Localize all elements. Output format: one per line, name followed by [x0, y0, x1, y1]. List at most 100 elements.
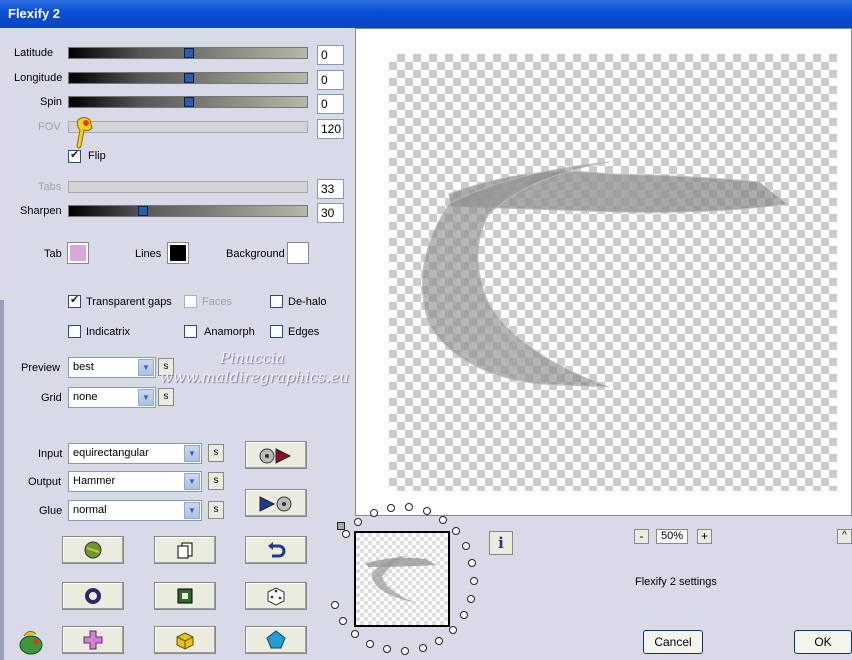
tabs-slider[interactable] [68, 181, 308, 193]
preview-canvas [389, 54, 837, 491]
navigator-dot[interactable] [366, 639, 375, 648]
indicatrix-label: Indicatrix [86, 326, 131, 338]
navigator-dot[interactable] [387, 503, 396, 512]
navigator-dot[interactable] [339, 616, 348, 625]
longitude-thumb[interactable] [184, 73, 194, 83]
undo-icon [268, 542, 286, 558]
longitude-label: Longitude [14, 72, 63, 84]
flexify-logo-icon [19, 630, 43, 655]
latitude-thumb[interactable] [184, 48, 194, 58]
spin-thumb[interactable] [184, 97, 194, 107]
navigator-dot[interactable] [452, 527, 461, 536]
navigator-dot[interactable] [401, 646, 410, 655]
preview-value: best [73, 361, 94, 373]
info-button[interactable]: i [489, 531, 513, 555]
navigator-dot[interactable] [435, 636, 444, 645]
tab-color-label: Tab [44, 248, 62, 260]
copy-button[interactable] [154, 536, 216, 564]
sharpen-slider[interactable] [68, 205, 308, 217]
fov-slider[interactable] [68, 121, 308, 133]
longitude-field[interactable]: 0 [317, 70, 344, 90]
output-projection-button[interactable] [245, 489, 307, 517]
output-value: Hammer [73, 475, 116, 487]
chevron-down-icon[interactable]: ▼ [184, 473, 200, 490]
navigator-dot[interactable] [449, 625, 458, 634]
spin-slider[interactable] [68, 96, 308, 108]
navigator-dot[interactable] [341, 530, 350, 539]
navigator-dot[interactable] [460, 611, 469, 620]
arrow-right-disc-icon [259, 496, 292, 512]
input-projection-button[interactable] [245, 441, 307, 469]
sharpen-field[interactable]: 30 [317, 203, 344, 223]
tabs-field[interactable]: 33 [317, 179, 344, 199]
indicatrix-checkbox[interactable] [68, 325, 81, 338]
navigator-handle[interactable] [337, 522, 345, 530]
grid-s-button[interactable]: s [158, 388, 174, 406]
input-select[interactable]: equirectangular ▼ [68, 443, 202, 464]
navigator-dot[interactable] [462, 542, 471, 551]
square-frame-button[interactable] [154, 582, 216, 610]
pentagon-button[interactable] [245, 626, 307, 654]
grid-label: Grid [41, 392, 62, 404]
dehalo-label: De-halo [288, 296, 327, 308]
edges-checkbox[interactable] [270, 325, 283, 338]
fov-label: FOV [38, 121, 61, 133]
navigator-dot[interactable] [467, 594, 476, 603]
anamorph-checkbox[interactable] [184, 325, 197, 338]
latitude-slider[interactable] [68, 47, 308, 59]
zoom-out-button[interactable]: - [634, 529, 649, 544]
longitude-slider[interactable] [68, 72, 308, 84]
navigator-dot[interactable] [369, 508, 378, 517]
background-color-swatch[interactable] [287, 242, 309, 264]
glue-s-button[interactable]: s [208, 501, 224, 519]
navigator-thumbnail[interactable] [354, 531, 450, 627]
preview-select[interactable]: best ▼ [68, 357, 156, 378]
input-label: Input [38, 448, 63, 460]
sharpen-thumb[interactable] [138, 206, 148, 216]
cube-icon [176, 632, 194, 650]
latitude-label: Latitude [14, 47, 54, 59]
cancel-button[interactable]: Cancel [643, 630, 703, 654]
transparent-gaps-checkbox[interactable] [68, 293, 81, 308]
navigator-dot[interactable] [351, 629, 360, 638]
input-s-button[interactable]: s [208, 444, 224, 462]
lines-color-label: Lines [135, 248, 162, 260]
grid-select[interactable]: none ▼ [68, 387, 156, 408]
output-select[interactable]: Hammer ▼ [68, 471, 202, 492]
navigator-dot[interactable] [438, 515, 447, 524]
flip-label: Flip [88, 150, 106, 162]
navigator-dot[interactable] [422, 507, 431, 516]
latitude-field[interactable]: 0 [317, 45, 344, 65]
fov-field[interactable]: 120 [317, 119, 344, 139]
dehalo-checkbox[interactable] [270, 295, 283, 308]
navigator-dot[interactable] [468, 559, 477, 568]
scroll-up-button[interactable]: ^ [837, 529, 852, 544]
navigator-dot[interactable] [469, 577, 478, 586]
ok-button[interactable]: OK [794, 630, 852, 654]
chevron-down-icon[interactable]: ▼ [184, 445, 200, 462]
faces-checkbox[interactable] [184, 295, 197, 308]
undo-button[interactable] [245, 536, 307, 564]
cube-button[interactable] [154, 626, 216, 654]
navigator-dot[interactable] [383, 645, 392, 654]
spin-field[interactable]: 0 [317, 94, 344, 114]
navigator-dot[interactable] [354, 517, 363, 526]
chevron-down-icon[interactable]: ▼ [138, 359, 154, 376]
lines-color-swatch[interactable] [167, 242, 189, 264]
preview-frame [355, 28, 852, 516]
random-dice-button[interactable] [245, 582, 307, 610]
ring-button[interactable] [62, 582, 124, 610]
navigator-dot[interactable] [418, 643, 427, 652]
output-s-button[interactable]: s [208, 472, 224, 490]
spin-label: Spin [40, 96, 63, 108]
anamorph-label: Anamorph [204, 326, 255, 338]
cross-shape-button[interactable] [62, 626, 124, 654]
randomize-globe-button[interactable] [62, 536, 124, 564]
navigator-dot[interactable] [330, 600, 339, 609]
flip-checkbox[interactable] [68, 148, 81, 163]
tab-color-swatch[interactable] [67, 242, 89, 264]
chevron-down-icon[interactable]: ▼ [138, 389, 154, 406]
chevron-down-icon[interactable]: ▼ [184, 502, 200, 519]
glue-select[interactable]: normal ▼ [68, 500, 202, 521]
zoom-in-button[interactable]: + [697, 529, 712, 544]
